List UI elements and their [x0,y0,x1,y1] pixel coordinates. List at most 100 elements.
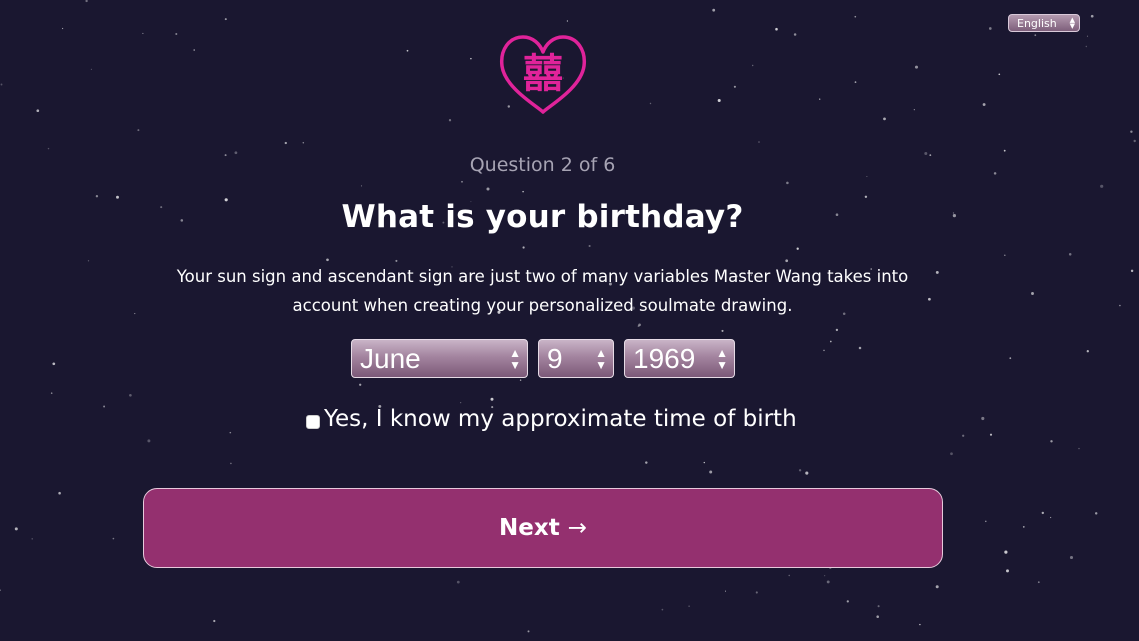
star [688,605,690,607]
star [703,461,705,464]
star [229,431,232,434]
star [919,623,921,626]
star [819,98,821,100]
star [326,258,329,262]
star [1003,149,1006,152]
star [0,589,1,592]
birth-day-value: 9 [547,342,563,374]
star [112,537,115,540]
star [835,328,839,332]
star [1050,440,1053,443]
star [85,0,88,3]
star [359,383,362,386]
star [527,630,530,633]
star [103,405,106,408]
star [796,247,799,250]
language-select[interactable]: English ▲ ▼ [1008,14,1080,32]
star [1086,350,1089,353]
select-arrows-icon: ▲ ▼ [716,345,728,372]
star [883,117,886,121]
star [1133,139,1136,143]
star [928,297,931,301]
question-counter: Question 2 of 6 [469,154,616,176]
star [638,323,641,327]
star [877,605,880,608]
star [805,471,809,475]
select-arrows-icon: ▲ ▼ [1069,16,1075,30]
star [90,68,92,70]
star [58,491,61,495]
star [461,180,463,183]
select-arrows-icon: ▲ ▼ [595,345,607,372]
next-button-label: Next [499,515,560,541]
star [230,462,232,465]
star [788,574,790,577]
star [988,27,992,30]
star [793,33,797,36]
star [142,32,144,34]
star [1041,511,1045,515]
next-button[interactable]: Next → [143,488,943,568]
star [284,141,287,145]
star [854,81,857,83]
star [645,461,648,464]
star [866,175,868,178]
star [1069,555,1074,560]
star [134,313,136,315]
star [1049,516,1052,519]
arrow-right-icon: → [567,515,587,541]
star [1078,447,1080,450]
star [522,190,524,193]
star [588,244,591,248]
star [486,187,490,191]
star [62,27,64,30]
star [721,329,724,332]
star [1004,254,1006,257]
birth-month-value: June [360,342,421,374]
star [1086,35,1089,37]
star [1009,357,1012,360]
star [876,615,879,618]
star [52,362,56,366]
star [36,109,40,113]
star [1130,130,1133,133]
birth-time-checkbox[interactable] [306,414,320,429]
birth-month-select[interactable]: June ▲ ▼ [351,339,528,378]
star [935,585,939,589]
star [950,452,953,456]
star [95,195,99,198]
star [1094,512,1098,515]
question-description: Your sun sign and ascendant sign are jus… [176,267,909,315]
page: English ▲ ▼ 囍 Question 2 of 6 What is you… [0,0,1139,641]
star [448,119,452,122]
star [0,83,3,86]
birth-time-option: Yes, I know my approximate time of birth [306,404,797,434]
star [985,520,987,523]
star [982,103,986,106]
star [709,470,713,474]
star [87,260,90,262]
star [1031,292,1034,295]
star [14,527,18,531]
star [998,73,1001,76]
star [826,580,830,584]
star [1085,45,1088,48]
birth-time-checkbox-label[interactable]: Yes, I know my approximate time of birth [324,406,797,432]
logo-glyph: 囍 [523,51,563,97]
star [637,325,640,328]
star [752,64,754,67]
birth-day-select[interactable]: 9 ▲ ▼ [538,339,614,378]
star [1004,550,1008,554]
star [962,434,965,437]
star [786,181,789,185]
star [1119,304,1121,307]
star [798,469,802,472]
star [490,397,494,401]
star [1100,184,1104,188]
birth-year-select[interactable]: 1969 ▲ ▼ [624,339,735,378]
star [302,142,305,144]
star [914,65,919,69]
star [913,109,915,111]
star [935,270,939,274]
star [823,349,825,352]
